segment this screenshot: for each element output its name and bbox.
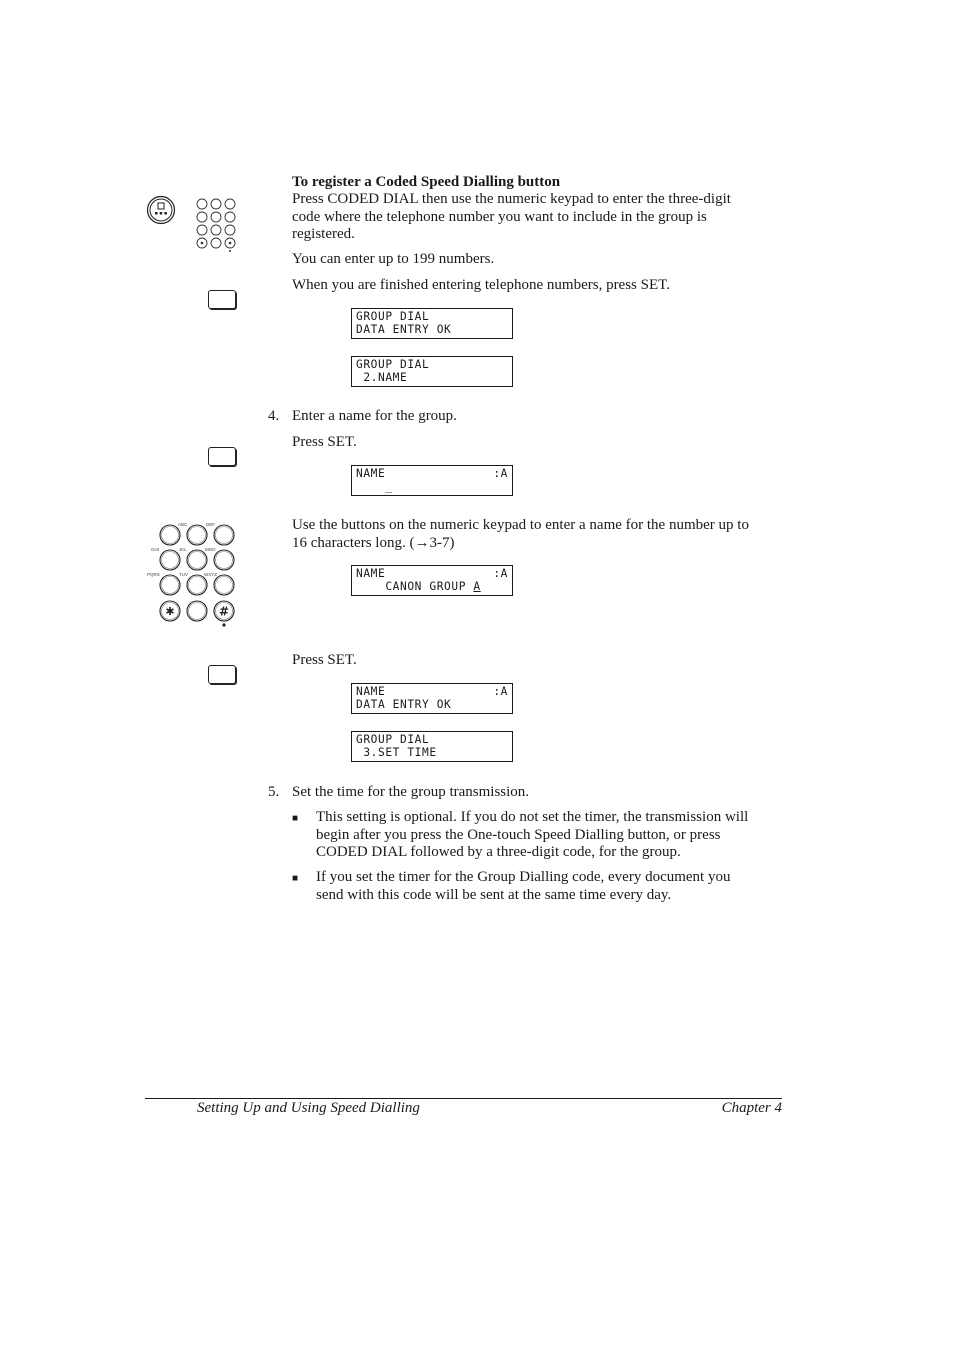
lcd-mode-indicator: :A <box>493 567 508 580</box>
bullet-icon: ■ <box>292 873 299 884</box>
text-line: This setting is optional. If you do not … <box>316 809 749 825</box>
text-line: code where the telephone number you want… <box>292 208 707 225</box>
keypad-letters-mno: MNO <box>205 547 216 552</box>
lcd-mode-indicator: :A <box>493 467 508 480</box>
keypad-letters-wxyz: WXYZ <box>204 572 217 577</box>
lcd-display: GROUP DIAL 3.SET TIME <box>351 731 513 762</box>
lcd-line-1: NAME <box>356 467 386 480</box>
text-line: CODED DIAL followed by a three-digit cod… <box>316 844 681 860</box>
lcd-line-2-prefix: CANON GROUP <box>356 580 474 593</box>
text-line: Use the buttons on the numeric keypad to… <box>292 517 749 533</box>
text-line: 16 characters long. (→3-7) <box>292 534 455 551</box>
footer-divider <box>145 1098 782 1099</box>
press-set-text: Press SET. <box>292 434 357 450</box>
step-text: Set the time for the group transmission. <box>292 784 530 800</box>
press-set-text: Press SET. <box>292 652 357 668</box>
text-line: If you set the timer for the Group Diall… <box>316 869 731 885</box>
keypad-letters-ghi: GHI <box>151 547 159 552</box>
step-number: 5. <box>268 784 280 800</box>
set-button-icon <box>208 447 236 466</box>
keypad-letters-def: DEF <box>206 522 215 527</box>
lcd-display: NAME :A DATA ENTRY OK <box>351 683 513 714</box>
hash-key-icon: # <box>219 605 229 619</box>
set-button-icon <box>208 665 236 684</box>
keypad-letters-jkl: JKL <box>179 547 187 552</box>
numeric-keypad-icon: ABC DEF GHI JKL MNO PQRS TUV WXYZ ✱ # <box>147 522 235 627</box>
lcd-display: GROUP DIAL DATA ENTRY OK <box>351 308 513 339</box>
text-line: send with this code will be sent at the … <box>316 886 672 903</box>
keypad-letters-tuv: TUV <box>179 572 188 577</box>
lcd-mode-indicator: :A <box>493 685 508 698</box>
step-number: 4. <box>268 408 280 424</box>
lcd-line-2-prefix <box>356 480 385 493</box>
lcd-line-1: GROUP DIAL <box>356 733 430 746</box>
lcd-cursor: _ <box>385 480 393 493</box>
text-line: Press CODED DIAL then use the numeric ke… <box>292 191 731 207</box>
finish-instruction: When you are finished entering telephone… <box>292 277 670 293</box>
footer-chapter: Chapter 4 <box>721 1100 782 1116</box>
lcd-display: NAME :A _ <box>351 465 513 496</box>
lcd-line-2: 3.SET TIME <box>356 746 437 759</box>
lcd-line-1: GROUP DIAL <box>356 310 430 323</box>
bullet-item: If you set the timer for the Group Diall… <box>316 869 730 904</box>
keypad-letters-abc: ABC <box>178 522 188 527</box>
bullet-icon: ■ <box>292 813 299 824</box>
step-text: Enter a name for the group. <box>292 408 457 424</box>
lcd-cursor: A <box>473 580 481 593</box>
keypad-instruction: Use the buttons on the numeric keypad to… <box>292 517 749 552</box>
footer-section-title: Setting Up and Using Speed Dialling <box>197 1100 420 1116</box>
max-numbers-note: You can enter up to 199 numbers. <box>292 251 495 267</box>
lcd-line-2: 2.NAME <box>356 371 408 384</box>
lcd-line-2: DATA ENTRY OK <box>356 323 452 336</box>
text-line: begin after you press the One-touch Spee… <box>316 826 721 843</box>
lcd-line-1: NAME <box>356 685 386 698</box>
instruction-paragraph: Press CODED DIAL then use the numeric ke… <box>292 191 731 244</box>
lcd-line-1: NAME <box>356 567 386 580</box>
lcd-display: GROUP DIAL 2.NAME <box>351 356 513 387</box>
coded-dial-button-icon <box>146 195 176 225</box>
set-button-icon <box>208 290 236 309</box>
star-key-icon: ✱ <box>165 605 174 618</box>
lcd-line-2: DATA ENTRY OK <box>356 698 452 711</box>
lcd-line-1: GROUP DIAL <box>356 358 430 371</box>
bullet-item: This setting is optional. If you do not … <box>316 809 748 862</box>
lcd-display: NAME :A CANON GROUP A <box>351 565 513 596</box>
section-heading: To register a Coded Speed Dialling butto… <box>292 174 561 190</box>
keypad-letters-pqrs: PQRS <box>147 572 160 577</box>
numeric-keypad-small-icon <box>196 198 236 252</box>
text-line: registered. <box>292 226 355 242</box>
